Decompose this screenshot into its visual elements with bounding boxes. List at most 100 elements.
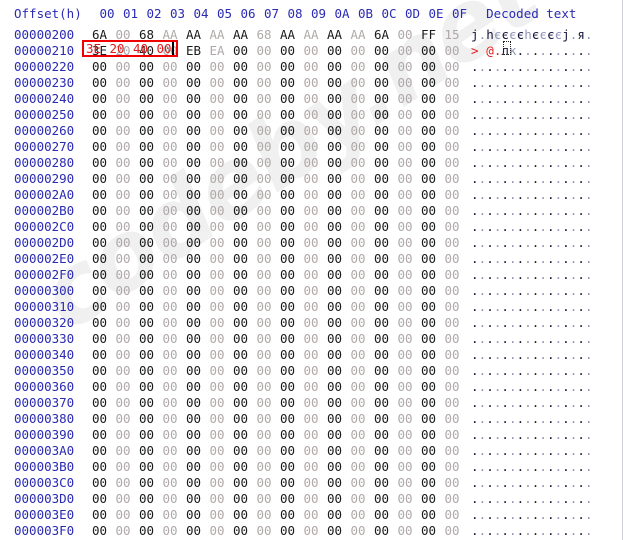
- decoded-char[interactable]: .: [547, 331, 555, 347]
- hex-byte[interactable]: 00: [445, 123, 469, 139]
- hex-byte[interactable]: 00: [280, 427, 304, 443]
- hex-byte[interactable]: 00: [280, 203, 304, 219]
- decoded-char[interactable]: .: [524, 43, 532, 59]
- decoded-char[interactable]: .: [494, 203, 502, 219]
- decoded-char[interactable]: .: [524, 139, 532, 155]
- decoded-char[interactable]: .: [532, 411, 540, 427]
- hex-byte[interactable]: 00: [163, 123, 187, 139]
- decoded-char[interactable]: .: [577, 251, 585, 267]
- decoded-char[interactable]: .: [471, 203, 479, 219]
- decoded-char[interactable]: .: [486, 443, 494, 459]
- hex-byte[interactable]: 00: [233, 43, 257, 59]
- hex-byte[interactable]: 00: [445, 475, 469, 491]
- decoded-char[interactable]: .: [509, 315, 517, 331]
- decoded-char[interactable]: .: [471, 491, 479, 507]
- decoded-char[interactable]: .: [577, 139, 585, 155]
- decoded-char[interactable]: .: [562, 363, 570, 379]
- row-bytes[interactable]: 00 00 00 00 00 00 00 00 00 00 00 00 00 00 00 00: [92, 107, 468, 123]
- hex-byte[interactable]: 00: [116, 443, 140, 459]
- decoded-char[interactable]: .: [539, 139, 547, 155]
- decoded-char[interactable]: .: [501, 379, 509, 395]
- hex-byte[interactable]: 00: [116, 395, 140, 411]
- hex-byte[interactable]: 00: [398, 283, 422, 299]
- hex-byte[interactable]: 00: [233, 91, 257, 107]
- decoded-char[interactable]: .: [524, 299, 532, 315]
- decoded-char[interactable]: .: [577, 507, 585, 523]
- decoded-char[interactable]: .: [471, 427, 479, 443]
- hex-byte[interactable]: 00: [351, 315, 375, 331]
- hex-byte[interactable]: 00: [327, 475, 351, 491]
- decoded-char[interactable]: .: [501, 459, 509, 475]
- hex-byte[interactable]: 00: [186, 395, 210, 411]
- decoded-char[interactable]: .: [479, 475, 487, 491]
- hex-byte[interactable]: 00: [398, 427, 422, 443]
- decoded-char[interactable]: .: [471, 299, 479, 315]
- hex-byte[interactable]: 00: [163, 283, 187, 299]
- decoded-char[interactable]: .: [479, 251, 487, 267]
- decoded-char[interactable]: .: [532, 123, 540, 139]
- hex-byte[interactable]: 00: [421, 395, 445, 411]
- hex-byte[interactable]: 00: [327, 315, 351, 331]
- decoded-char[interactable]: .: [479, 459, 487, 475]
- decoded-char[interactable]: .: [509, 187, 517, 203]
- decoded-char[interactable]: .: [509, 363, 517, 379]
- decoded-char[interactable]: .: [486, 107, 494, 123]
- hex-byte[interactable]: 00: [280, 395, 304, 411]
- hex-byte[interactable]: 00: [92, 75, 116, 91]
- hex-byte[interactable]: 00: [374, 267, 398, 283]
- decoded-char[interactable]: .: [539, 443, 547, 459]
- hex-byte[interactable]: 00: [92, 411, 116, 427]
- decoded-char[interactable]: .: [539, 283, 547, 299]
- hex-byte[interactable]: 00: [139, 523, 163, 539]
- hex-byte[interactable]: 00: [139, 107, 163, 123]
- decoded-char[interactable]: .: [555, 523, 563, 539]
- decoded-char[interactable]: .: [517, 379, 525, 395]
- row-decoded-text[interactable]: ................: [471, 299, 593, 315]
- decoded-char[interactable]: .: [479, 427, 487, 443]
- decoded-char[interactable]: .: [562, 139, 570, 155]
- hex-byte[interactable]: 00: [210, 379, 234, 395]
- decoded-char[interactable]: .: [555, 411, 563, 427]
- decoded-char[interactable]: .: [539, 75, 547, 91]
- hex-byte[interactable]: 00: [445, 91, 469, 107]
- decoded-char[interactable]: .: [555, 283, 563, 299]
- decoded-char[interactable]: .: [547, 363, 555, 379]
- decoded-char[interactable]: .: [501, 475, 509, 491]
- row-bytes[interactable]: 6A 00 68 AA AA AA AA 68 AA AA AA AA 6A 00 FF 15: [92, 27, 468, 43]
- hex-byte[interactable]: 00: [280, 267, 304, 283]
- hex-byte[interactable]: 00: [139, 123, 163, 139]
- decoded-char[interactable]: .: [479, 331, 487, 347]
- hex-byte[interactable]: 00: [398, 331, 422, 347]
- hex-byte[interactable]: 00: [327, 139, 351, 155]
- decoded-char[interactable]: .: [547, 491, 555, 507]
- decoded-char[interactable]: .: [479, 315, 487, 331]
- row-decoded-text[interactable]: ................: [471, 123, 593, 139]
- decoded-char[interactable]: .: [539, 507, 547, 523]
- decoded-char[interactable]: .: [585, 331, 593, 347]
- hex-byte[interactable]: 00: [445, 507, 469, 523]
- decoded-char[interactable]: .: [494, 219, 502, 235]
- decoded-char[interactable]: @: [486, 43, 494, 59]
- hex-byte[interactable]: 00: [163, 187, 187, 203]
- decoded-char[interactable]: .: [494, 155, 502, 171]
- hex-byte[interactable]: 00: [186, 187, 210, 203]
- hex-byte[interactable]: 00: [233, 267, 257, 283]
- hex-byte[interactable]: 00: [233, 107, 257, 123]
- row-bytes[interactable]: 00 00 00 00 00 00 00 00 00 00 00 00 00 00 00 00: [92, 347, 468, 363]
- decoded-char[interactable]: .: [494, 443, 502, 459]
- hex-byte[interactable]: 00: [210, 59, 234, 75]
- decoded-char[interactable]: .: [486, 155, 494, 171]
- decoded-char[interactable]: .: [517, 75, 525, 91]
- hex-byte[interactable]: 00: [186, 283, 210, 299]
- decoded-char[interactable]: .: [471, 75, 479, 91]
- decoded-char[interactable]: .: [479, 363, 487, 379]
- decoded-char[interactable]: .: [494, 459, 502, 475]
- decoded-char[interactable]: .: [532, 507, 540, 523]
- hex-byte[interactable]: 00: [139, 91, 163, 107]
- hex-byte[interactable]: 00: [351, 171, 375, 187]
- decoded-char[interactable]: .: [585, 187, 593, 203]
- hex-byte[interactable]: 00: [233, 123, 257, 139]
- hex-row[interactable]: 00000340 00 00 00 00 00 00 00 00 00 00 00 00 00 00 00 00…: [0, 347, 622, 363]
- decoded-char[interactable]: .: [547, 123, 555, 139]
- decoded-char[interactable]: .: [501, 75, 509, 91]
